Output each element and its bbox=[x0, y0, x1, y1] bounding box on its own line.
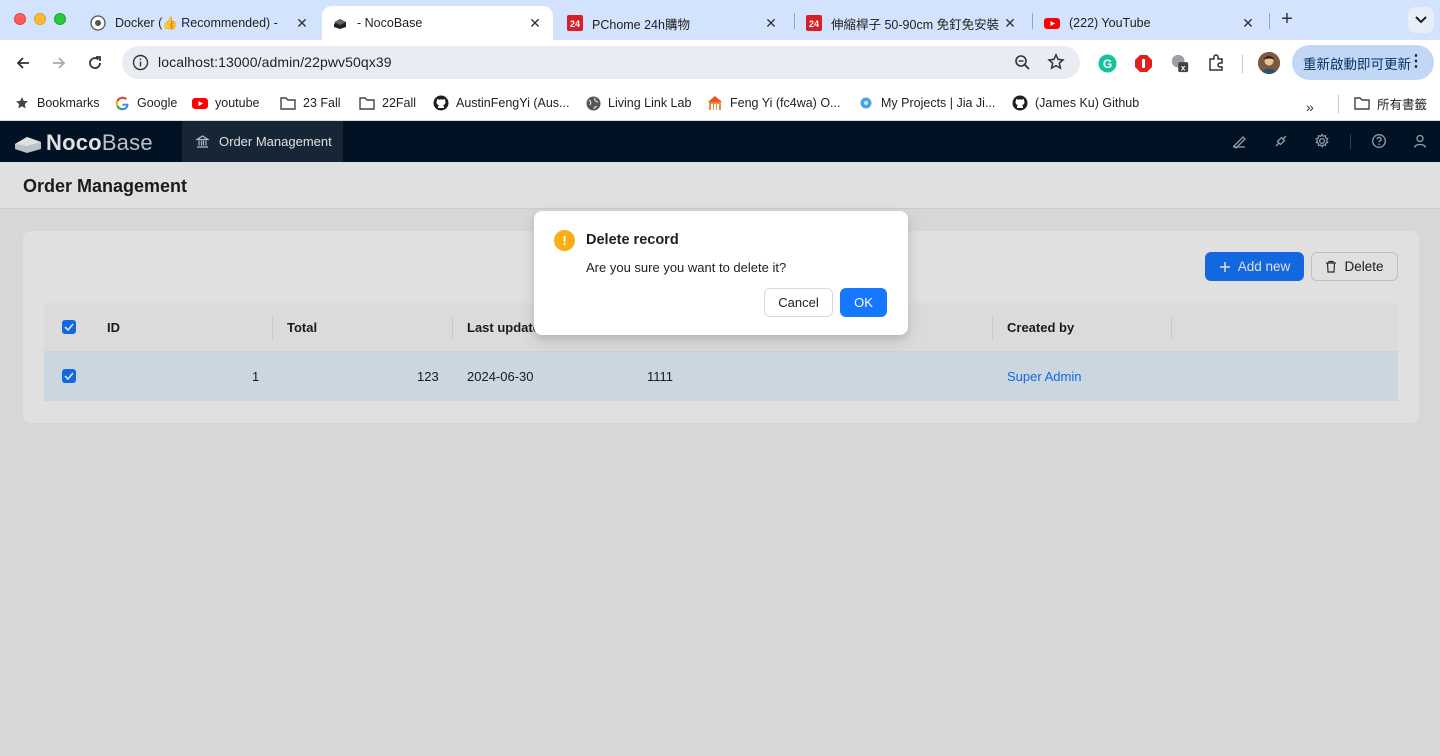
cancel-button[interactable]: Cancel bbox=[764, 288, 833, 317]
browser-toolbar: localhost:13000/admin/22pwv50qx39 G x 重新… bbox=[0, 40, 1440, 86]
bookmark-label: 22Fall bbox=[382, 96, 417, 110]
bookmark-item[interactable]: youtube bbox=[192, 93, 259, 113]
svg-text:24: 24 bbox=[570, 19, 580, 29]
exclamation-icon: ! bbox=[554, 230, 575, 251]
bookmark-label: Living Link Lab bbox=[608, 96, 692, 110]
back-button[interactable] bbox=[12, 52, 34, 74]
globe-icon bbox=[585, 95, 601, 111]
youtube-icon bbox=[192, 95, 208, 111]
bookmark-label: AustinFengYi (Aus... bbox=[456, 96, 570, 110]
svg-text:G: G bbox=[1102, 57, 1111, 71]
github-icon bbox=[433, 95, 449, 111]
browser-tab[interactable]: 24 伸縮桿子 50-90cm 免釘免安裝 ✕ bbox=[796, 6, 1028, 40]
svg-text:x: x bbox=[1181, 63, 1186, 72]
bookmark-label: Bookmarks bbox=[37, 96, 100, 110]
tab-search-button[interactable] bbox=[1408, 7, 1434, 33]
bookmarks-bar: Bookmarks Google youtube 23 Fall 22Fall … bbox=[0, 86, 1440, 121]
tab-title: PChome 24h購物 bbox=[592, 17, 690, 32]
new-tab-button[interactable]: + bbox=[1278, 9, 1296, 30]
nocobase-icon bbox=[332, 15, 348, 31]
github-icon bbox=[90, 15, 106, 31]
bookmark-item[interactable]: Feng Yi (fc4wa) O... bbox=[707, 93, 840, 113]
reload-button[interactable] bbox=[84, 52, 106, 74]
bookmark-folder[interactable]: 23 Fall bbox=[280, 93, 341, 113]
more-bookmarks-icon[interactable]: » bbox=[1306, 99, 1314, 115]
ok-button[interactable]: OK bbox=[840, 288, 887, 317]
folder-icon bbox=[1354, 95, 1370, 111]
close-tab-icon[interactable]: ✕ bbox=[763, 15, 779, 31]
browser-tab[interactable]: (222) YouTube ✕ bbox=[1034, 6, 1266, 40]
folder-icon bbox=[359, 95, 375, 111]
browser-tab[interactable]: Docker (👍 Recommended) - ✕ bbox=[80, 6, 320, 40]
extensions-puzzle-icon[interactable] bbox=[1206, 53, 1226, 73]
close-tab-icon[interactable]: ✕ bbox=[1240, 15, 1256, 31]
browser-tab-strip: Docker (👍 Recommended) - ✕ - NocoBase ✕ … bbox=[0, 0, 1440, 40]
grammarly-icon[interactable]: G bbox=[1097, 53, 1117, 73]
url-text: localhost:13000/admin/22pwv50qx39 bbox=[158, 54, 392, 70]
building-icon bbox=[707, 95, 723, 111]
project-icon bbox=[858, 95, 874, 111]
zoom-icon bbox=[1015, 55, 1030, 70]
tab-title: (222) YouTube bbox=[1069, 16, 1151, 30]
close-window-button[interactable] bbox=[14, 13, 26, 25]
close-tab-icon[interactable]: ✕ bbox=[1002, 15, 1018, 31]
close-tab-icon[interactable]: ✕ bbox=[527, 15, 543, 31]
site-info-icon bbox=[132, 54, 149, 71]
arrow-left-icon bbox=[16, 57, 29, 69]
bookmark-item[interactable]: My Projects | Jia Ji... bbox=[858, 93, 995, 113]
close-tab-icon[interactable]: ✕ bbox=[294, 15, 310, 31]
update-button[interactable]: 重新啟動即可更新 ⋮ bbox=[1292, 45, 1434, 80]
minimize-window-button[interactable] bbox=[34, 13, 46, 25]
folder-icon bbox=[280, 95, 296, 111]
pchome-icon: 24 bbox=[567, 15, 583, 31]
bookmark-item[interactable]: Living Link Lab bbox=[585, 93, 691, 113]
pchome-icon: 24 bbox=[806, 15, 822, 31]
delete-confirm-modal: ! Delete record Are you sure you want to… bbox=[534, 211, 908, 335]
bookmark-label: youtube bbox=[215, 96, 260, 110]
bookmark-item[interactable]: Google bbox=[114, 93, 177, 113]
modal-content: Are you sure you want to delete it? bbox=[586, 260, 787, 275]
svg-text:24: 24 bbox=[809, 19, 819, 29]
bookmark-label: Feng Yi (fc4wa) O... bbox=[730, 96, 841, 110]
github-icon bbox=[1012, 95, 1028, 111]
tab-title: Docker (👍 Recommended) - bbox=[115, 15, 278, 30]
tab-title: 伸縮桿子 50-90cm 免釘免安裝 bbox=[831, 17, 1000, 32]
chevron-down-icon bbox=[1415, 16, 1427, 24]
youtube-icon bbox=[1044, 15, 1060, 31]
tab-title: - NocoBase bbox=[357, 16, 423, 30]
browser-tab[interactable]: 24 PChome 24h購物 ✕ bbox=[557, 6, 789, 40]
bookmark-label: Google bbox=[137, 96, 178, 110]
bookmark-item[interactable]: AustinFengYi (Aus... bbox=[433, 93, 569, 113]
google-icon bbox=[114, 95, 130, 111]
arrow-right-icon bbox=[53, 57, 66, 69]
forward-button[interactable] bbox=[48, 52, 70, 74]
all-bookmarks-folder[interactable]: 所有書籤 bbox=[1354, 93, 1427, 113]
maximize-window-button[interactable] bbox=[54, 13, 66, 25]
address-bar[interactable]: localhost:13000/admin/22pwv50qx39 bbox=[122, 46, 1080, 79]
bookmark-label: (James Ku) Github bbox=[1035, 96, 1140, 110]
profile-avatar[interactable] bbox=[1258, 52, 1280, 74]
modal-title: Delete record bbox=[586, 232, 679, 248]
bookmark-folder[interactable]: 22Fall bbox=[359, 93, 416, 113]
extension-x-icon[interactable]: x bbox=[1170, 53, 1190, 73]
bookmark-item[interactable]: (James Ku) Github bbox=[1012, 93, 1139, 113]
more-vert-icon: ⋮ bbox=[1408, 53, 1424, 70]
adblock-icon[interactable] bbox=[1133, 53, 1153, 73]
bookmark-label: 所有書籤 bbox=[1377, 97, 1428, 112]
bookmark-label: 23 Fall bbox=[303, 96, 341, 110]
bookmark-star-icon bbox=[1047, 53, 1065, 70]
reload-icon bbox=[89, 56, 101, 69]
bookmark-item[interactable]: Bookmarks bbox=[14, 93, 100, 113]
browser-tab-active[interactable]: - NocoBase ✕ bbox=[322, 6, 553, 40]
bookmark-label: My Projects | Jia Ji... bbox=[881, 96, 996, 110]
update-label: 重新啟動即可更新 bbox=[1303, 56, 1411, 72]
star-icon bbox=[14, 95, 30, 111]
